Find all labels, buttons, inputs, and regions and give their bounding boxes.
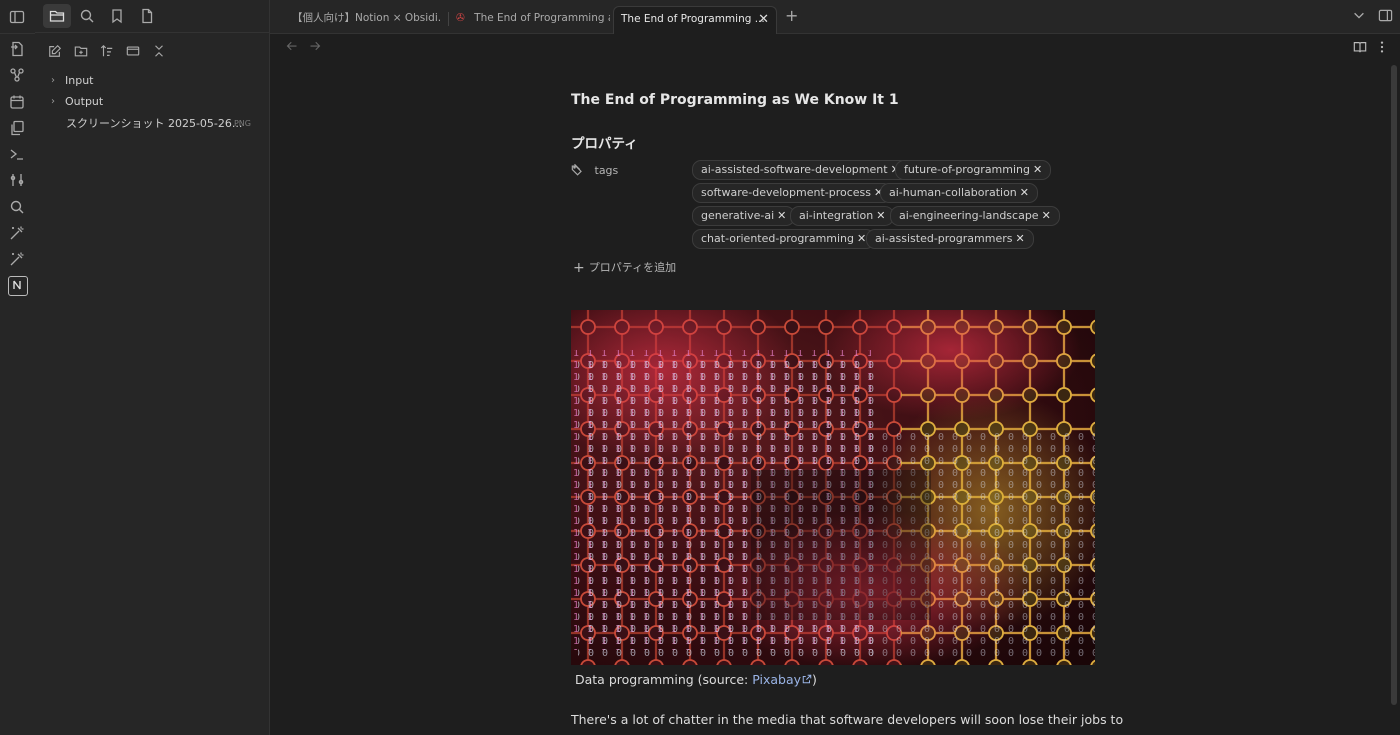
remove-tag-icon[interactable]: ✕ <box>876 209 885 222</box>
back-arrow-icon[interactable] <box>286 40 298 55</box>
search-icon[interactable] <box>79 8 95 24</box>
tree-file-screenshot[interactable]: スクリーンショット 2025-05-26... PNG <box>35 114 269 134</box>
search-icon[interactable] <box>9 199 25 215</box>
more-options-icon[interactable] <box>1378 40 1386 57</box>
image-caption: Data programming (source: Pixabay) <box>575 672 817 687</box>
tab-list-chevron-icon[interactable] <box>1352 8 1366 25</box>
add-property-label: プロパティを追加 <box>588 261 677 274</box>
command-palette-icon[interactable] <box>9 172 25 188</box>
tag-chip[interactable]: ai-assisted-programmers ✕ <box>866 229 1034 249</box>
magic-wand-icon[interactable] <box>9 225 25 241</box>
circuit-binary-image: 1 0 <box>571 310 1095 665</box>
file-explorer-sidebar: › Input › Output スクリーンショット 2025-05-26...… <box>35 0 270 735</box>
ribbon-header <box>0 0 35 34</box>
tag-chip[interactable]: ai-integration ✕ <box>790 206 895 226</box>
bookmark-icon[interactable] <box>109 8 125 24</box>
tag-label: software-development-process <box>701 186 872 199</box>
external-link-icon <box>802 674 812 684</box>
tag-chip[interactable]: software-development-process ✕ <box>692 183 893 203</box>
magic-wand-icon[interactable] <box>9 251 25 267</box>
scrollbar[interactable] <box>1391 65 1397 705</box>
body-paragraph: There's a lot of chatter in the media th… <box>571 712 1124 727</box>
sidebar-toggle-icon[interactable] <box>9 9 25 25</box>
tab-end-of-programming-active[interactable]: The End of Programming ... ✕ <box>613 6 777 34</box>
reading-view-icon[interactable] <box>1353 40 1367 57</box>
property-key-label: tags <box>594 164 619 177</box>
open-quick-switcher-icon[interactable] <box>9 41 25 57</box>
tree-folder-output[interactable]: › Output <box>35 92 269 112</box>
remove-tag-icon[interactable]: ✕ <box>857 232 866 245</box>
remove-tag-icon[interactable]: ✕ <box>1033 163 1042 176</box>
collapse-icon[interactable] <box>126 43 140 57</box>
tab-divider <box>448 12 449 26</box>
note-title[interactable]: The End of Programming as We Know It 1 <box>571 92 899 108</box>
file-icon[interactable] <box>139 8 155 24</box>
terminal-icon[interactable] <box>9 146 25 162</box>
embedded-image[interactable]: 1 0 <box>571 310 1095 665</box>
close-icon[interactable] <box>152 43 166 57</box>
remove-tag-icon[interactable]: ✕ <box>1042 209 1051 222</box>
right-sidebar-toggle-icon[interactable] <box>1378 8 1393 26</box>
tab-label: The End of Programming a... <box>474 12 610 24</box>
tab-label: 【個人向け】Notion × Obsidi... <box>292 12 442 24</box>
property-key-tags[interactable]: tags <box>571 163 618 177</box>
chevron-right-icon: › <box>51 96 55 107</box>
tag-chip[interactable]: ai-engineering-landscape ✕ <box>890 206 1060 226</box>
tag-label: ai-engineering-landscape <box>899 209 1039 222</box>
remove-tag-icon[interactable]: ✕ <box>1020 186 1029 199</box>
tag-label: ai-assisted-programmers <box>875 232 1013 245</box>
pixabay-link[interactable]: Pixabay <box>752 672 812 687</box>
pixabay-link-label: Pixabay <box>752 672 802 687</box>
templates-icon[interactable] <box>9 120 25 136</box>
remove-tag-icon[interactable]: ✕ <box>1015 232 1024 245</box>
remove-tag-icon[interactable]: ✕ <box>777 209 786 222</box>
tag-chip[interactable]: ai-human-collaboration ✕ <box>880 183 1039 203</box>
view-header <box>270 34 1400 62</box>
tag-chip[interactable]: generative-ai ✕ <box>692 206 796 226</box>
close-tab-icon[interactable]: ✕ <box>758 7 769 32</box>
tag-label: ai-assisted-software-development <box>701 163 888 176</box>
file-explorer-actions <box>35 33 269 63</box>
tag-chip[interactable]: ai-assisted-software-development✕ <box>692 160 909 180</box>
new-note-icon[interactable] <box>48 43 62 57</box>
properties-heading[interactable]: プロパティ <box>571 132 638 152</box>
forward-arrow-icon[interactable] <box>309 40 321 55</box>
plus-icon: + <box>573 260 585 276</box>
tag-label: ai-integration <box>799 209 874 222</box>
notion-logo-icon[interactable] <box>8 276 28 296</box>
plugin-tab-icon: ✇ <box>456 12 465 24</box>
tag-label: generative-ai <box>701 209 775 222</box>
left-ribbon <box>0 0 36 735</box>
add-property-button[interactable]: + プロパティを追加 <box>573 259 676 276</box>
tab-notion-obsidian[interactable]: 【個人向け】Notion × Obsidi... <box>292 6 442 33</box>
caption-text: Data programming (source: <box>575 672 753 687</box>
tab-end-of-programming-1[interactable]: ✇ The End of Programming a... <box>456 6 610 33</box>
file-explorer-icon[interactable] <box>43 4 71 28</box>
tree-item-label: Output <box>65 95 104 108</box>
sort-icon[interactable] <box>100 43 114 57</box>
file-extension-badge: PNG <box>233 119 251 128</box>
tags-icon <box>571 163 582 176</box>
tree-item-label: Input <box>65 74 94 87</box>
tag-chip[interactable]: future-of-programming ✕ <box>895 160 1052 180</box>
graph-view-icon[interactable] <box>9 67 25 83</box>
tag-label: future-of-programming <box>904 163 1031 176</box>
tree-item-label: スクリーンショット 2025-05-26... <box>66 117 243 130</box>
caption-text: ) <box>812 672 817 687</box>
chevron-right-icon: › <box>51 75 55 86</box>
tag-chip[interactable]: chat-oriented-programming ✕ <box>692 229 876 249</box>
new-folder-icon[interactable] <box>74 43 88 57</box>
tab-label: The End of Programming ... <box>621 13 765 25</box>
tag-label: chat-oriented-programming <box>701 232 855 245</box>
tag-label: ai-human-collaboration <box>889 186 1017 199</box>
daily-note-icon[interactable] <box>9 94 25 110</box>
new-tab-button[interactable]: + <box>785 6 798 25</box>
tree-folder-input[interactable]: › Input <box>35 71 269 91</box>
sidebar-tab-header <box>35 0 269 33</box>
tab-bar: 【個人向け】Notion × Obsidi... ✇ The End of Pr… <box>270 0 1400 34</box>
